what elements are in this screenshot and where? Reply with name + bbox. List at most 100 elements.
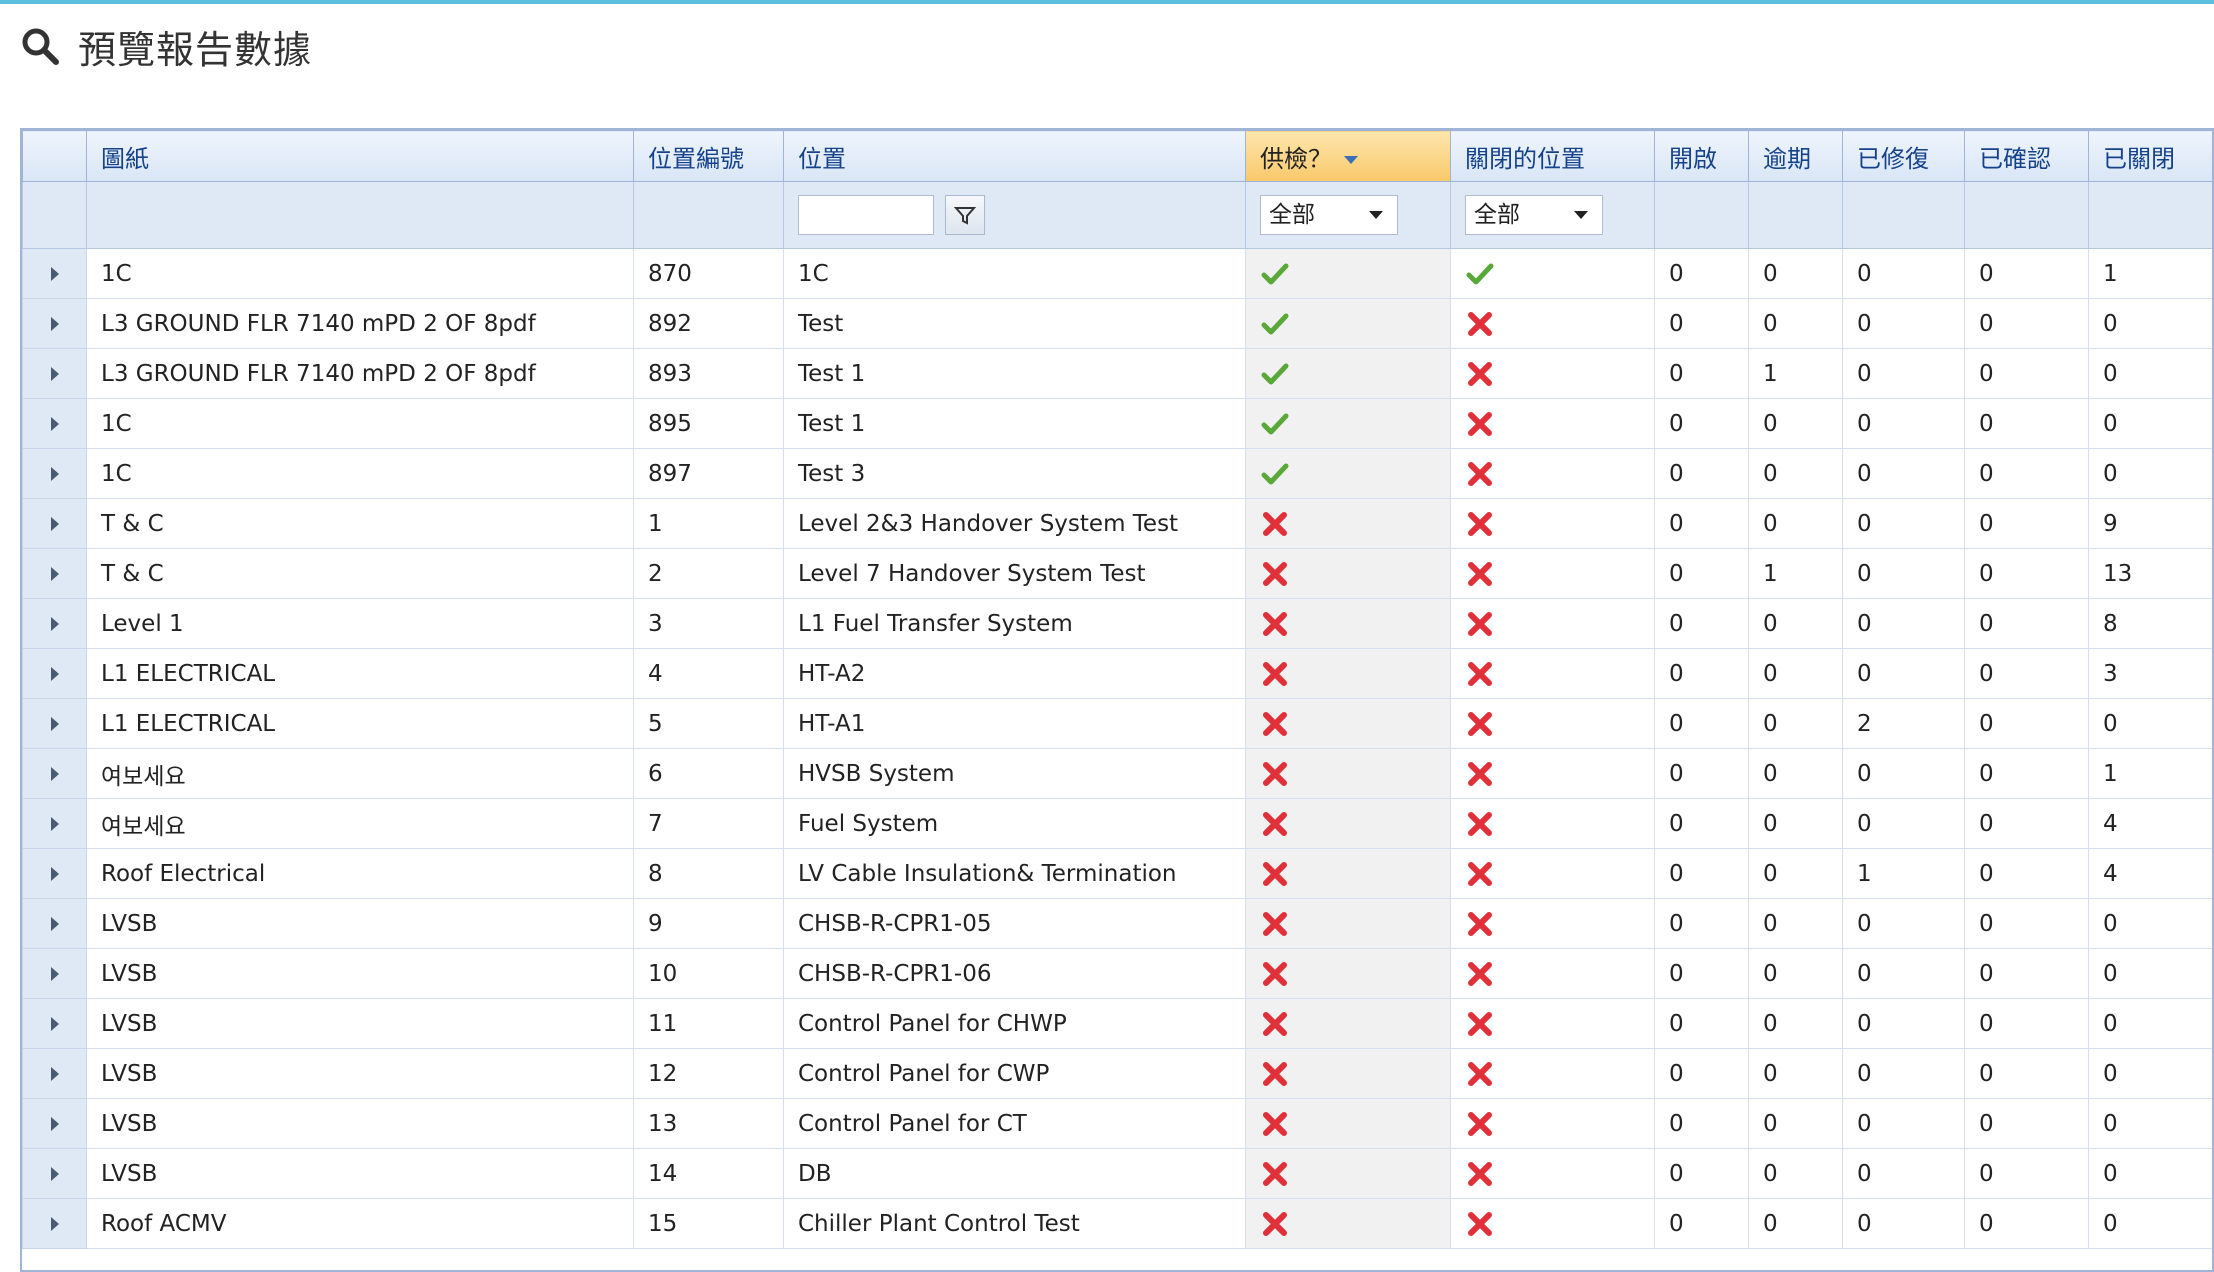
table-row[interactable]: L1 ELECTRICAL 5 HT-A1 0 0 2 0 0 <box>22 698 2212 749</box>
row-expander[interactable] <box>22 1048 87 1099</box>
cross-icon <box>1465 410 1495 436</box>
closed-filter-select[interactable]: 全部 <box>1465 195 1603 235</box>
row-expander[interactable] <box>22 848 87 899</box>
column-header-row: 圖紙 位置編號 位置 供檢？ 關閉的位置 開啟 逾期 已修復 已確認 已關閉 <box>22 130 2212 182</box>
cross-icon <box>1465 710 1495 736</box>
confirmed-count-cell: 0 <box>1964 398 2089 449</box>
inspection-filter-value: 全部 <box>1269 202 1315 228</box>
inspection-filter-select[interactable]: 全部 <box>1260 195 1398 235</box>
for-inspection-cell <box>1245 598 1451 649</box>
cross-icon <box>1465 610 1495 636</box>
expand-arrow-icon <box>50 1216 59 1231</box>
header-confirmed[interactable]: 已確認 <box>1964 130 2089 182</box>
row-expander[interactable] <box>22 748 87 799</box>
header-closed[interactable]: 已關閉 <box>2088 130 2212 182</box>
closed-location-cell <box>1450 1198 1655 1249</box>
table-row[interactable]: 1C 897 Test 300000 <box>22 448 2212 499</box>
row-expander[interactable] <box>22 248 87 299</box>
cross-icon <box>1465 760 1495 786</box>
header-location-number[interactable]: 位置編號 <box>633 130 784 182</box>
table-row[interactable]: 여보세요 7 Fuel System 0 0 0 0 4 <box>22 798 2212 849</box>
header-location[interactable]: 位置 <box>783 130 1246 182</box>
for-inspection-cell <box>1245 498 1451 549</box>
header-drawing[interactable]: 圖紙 <box>86 130 634 182</box>
location-cell: 1C <box>783 248 1246 299</box>
cross-icon <box>1260 810 1290 836</box>
header-fixed[interactable]: 已修復 <box>1842 130 1965 182</box>
header-expander <box>22 130 87 182</box>
expand-arrow-icon <box>50 366 59 381</box>
table-row[interactable]: 여보세요 6 HVSB System 0 0 0 0 1 <box>22 748 2212 799</box>
location-number-cell: 870 <box>633 248 784 299</box>
table-row[interactable]: LVSB 13 Control Panel for CT 0 0 0 0 0 <box>22 1098 2212 1149</box>
row-expander[interactable] <box>22 598 87 649</box>
location-filter-input[interactable] <box>798 195 934 235</box>
expand-arrow-icon <box>50 516 59 531</box>
row-expander[interactable] <box>22 698 87 749</box>
closed-location-cell <box>1450 748 1655 799</box>
cross-icon <box>1465 910 1495 936</box>
table-row[interactable]: T & C 2 Level 7 Handover System Test 0 1 0 0 13 <box>22 548 2212 599</box>
table-row[interactable]: LVSB 14 DB 0 0 0 0 0 <box>22 1148 2212 1199</box>
table-row[interactable]: T & C 1 Level 2&3 Handover System Test 0 0 0 0… <box>22 498 2212 549</box>
filter-empty-cell <box>1964 181 2089 249</box>
table-row[interactable]: LVSB 9 CHSB-R-CPR1-05 0 0 0 0 0 <box>22 898 2212 949</box>
table-row[interactable]: Roof Electrical 8 LV Cable Insulation& Ter… <box>22 848 2212 899</box>
overdue-count-cell: 1 <box>1748 548 1843 599</box>
table-row[interactable]: L3 GROUND FLR 7140 mPD 2 OF 8pdf 893 Test … <box>22 348 2212 399</box>
open-count-cell: 0 <box>1654 248 1749 299</box>
closed-count-cell: 4 <box>2088 848 2212 899</box>
row-expander[interactable] <box>22 998 87 1049</box>
row-expander[interactable] <box>22 1148 87 1199</box>
dropdown-caret-icon <box>1369 211 1383 219</box>
row-expander[interactable] <box>22 398 87 449</box>
overdue-count-cell: 0 <box>1748 898 1843 949</box>
drawing-cell: Level 1 <box>86 598 634 649</box>
row-expander[interactable] <box>22 298 87 349</box>
expand-arrow-icon <box>50 266 59 281</box>
row-expander[interactable] <box>22 798 87 849</box>
row-expander[interactable] <box>22 498 87 549</box>
table-row[interactable]: LVSB 11 Control Panel for CHWP 0 0 0 0 0 <box>22 998 2212 1049</box>
open-count-cell: 0 <box>1654 898 1749 949</box>
header-closed-location[interactable]: 關閉的位置 <box>1450 130 1655 182</box>
header-overdue[interactable]: 逾期 <box>1748 130 1843 182</box>
filter-button[interactable] <box>945 195 986 235</box>
table-row[interactable]: Level 1 3 L1 Fuel Transfer System 0 0 0 0 8 <box>22 598 2212 649</box>
overdue-count-cell: 0 <box>1748 598 1843 649</box>
table-row[interactable]: L1 ELECTRICAL 4 HT-A2 0 0 0 0 3 <box>22 648 2212 699</box>
header-for-inspection[interactable]: 供檢？ <box>1245 130 1451 182</box>
open-count-cell: 0 <box>1654 348 1749 399</box>
drawing-cell: T & C <box>86 548 634 599</box>
closed-location-cell <box>1450 998 1655 1049</box>
table-row[interactable]: LVSB 10 CHSB-R-CPR1-06 0 0 0 0 0 <box>22 948 2212 999</box>
row-expander[interactable] <box>22 1198 87 1249</box>
fixed-count-cell: 0 <box>1842 1098 1965 1149</box>
location-cell: LV Cable Insulation& Termination <box>783 848 1246 899</box>
check-icon <box>1260 310 1290 336</box>
row-expander[interactable] <box>22 948 87 999</box>
row-expander[interactable] <box>22 648 87 699</box>
table-row[interactable]: Roof ACMV 15 Chiller Plant Control Test 0 0 0… <box>22 1198 2212 1249</box>
row-expander[interactable] <box>22 898 87 949</box>
overdue-count-cell: 0 <box>1748 248 1843 299</box>
location-cell: Control Panel for CT <box>783 1098 1246 1149</box>
row-expander[interactable] <box>22 348 87 399</box>
table-row[interactable]: 1C 895 Test 100000 <box>22 398 2212 449</box>
table-row[interactable]: LVSB 12 Control Panel for CWP 0 0 0 0 0 <box>22 1048 2212 1099</box>
page-title: 預覽報告數據 <box>78 27 313 72</box>
row-expander[interactable] <box>22 1098 87 1149</box>
expand-arrow-icon <box>50 916 59 931</box>
location-number-cell: 12 <box>633 1048 784 1099</box>
location-cell: Fuel System <box>783 798 1246 849</box>
expand-arrow-icon <box>50 416 59 431</box>
row-expander[interactable] <box>22 548 87 599</box>
table-row[interactable]: 1C 870 1C 0 0 0 0 1 <box>22 248 2212 299</box>
header-open[interactable]: 開啟 <box>1654 130 1749 182</box>
closed-location-cell <box>1450 298 1655 349</box>
table-row[interactable]: L3 GROUND FLR 7140 mPD 2 OF 8pdf 892 Test 0… <box>22 298 2212 349</box>
check-icon <box>1465 260 1495 286</box>
row-expander[interactable] <box>22 448 87 499</box>
check-icon <box>1260 360 1290 386</box>
fixed-count-cell: 0 <box>1842 1148 1965 1199</box>
